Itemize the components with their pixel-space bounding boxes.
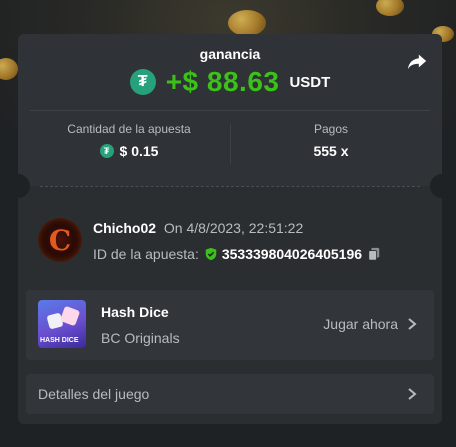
payout-value: 555 x <box>313 143 349 159</box>
tether-icon: ₮ <box>99 144 114 158</box>
payout-stat: Pagos 555 x <box>240 122 422 159</box>
coin-decoration <box>228 10 266 36</box>
dashed-divider <box>40 186 420 187</box>
bet-amount-value: $ 0.15 <box>119 143 159 159</box>
bet-id-line: ID de la apuesta: 353339804026405196 <box>93 246 381 262</box>
divider <box>30 110 430 111</box>
user-line: Chicho02 On 4/8/2023, 22:51:22 <box>93 220 303 236</box>
divider <box>230 124 231 164</box>
game-details-row[interactable]: Detalles del juego <box>26 374 434 414</box>
game-provider: BC Originals <box>101 330 180 346</box>
bet-amount-stat: Cantidad de la apuesta ₮ $ 0.15 <box>38 122 220 159</box>
game-card[interactable]: HASH DICE Hash Dice BC Originals Jugar a… <box>26 290 434 360</box>
bet-date: On 4/8/2023, 22:51:22 <box>163 220 304 236</box>
play-now-label: Jugar ahora <box>323 316 398 332</box>
ticket-notch-left <box>6 174 30 198</box>
win-label: ganancia <box>199 46 261 62</box>
chevron-right-icon <box>408 318 417 330</box>
chevron-right-icon <box>408 388 417 400</box>
play-now-link[interactable]: Jugar ahora <box>323 316 418 332</box>
shield-check-icon <box>205 247 217 261</box>
game-details-label: Detalles del juego <box>38 386 150 402</box>
bet-id-label: ID de la apuesta: <box>93 246 199 262</box>
copy-icon[interactable] <box>367 247 381 261</box>
coin-decoration <box>376 0 404 16</box>
game-thumbnail[interactable]: HASH DICE <box>38 300 86 348</box>
win-amount-row: ₮ +$ 88.63 USDT <box>18 66 442 98</box>
game-title: Hash Dice <box>101 304 169 320</box>
coin-decoration <box>0 58 18 80</box>
thumbnail-text: HASH DICE <box>40 337 79 344</box>
bet-amount-label: Cantidad de la apuesta <box>67 122 191 136</box>
avatar[interactable]: C <box>38 218 82 262</box>
bet-detail-card: ganancia ₮ +$ 88.63 USDT Cantidad de la … <box>6 34 454 424</box>
win-currency: USDT <box>289 73 331 91</box>
tether-icon: ₮ <box>129 69 156 95</box>
bet-id: 353339804026405196 <box>221 246 363 262</box>
payout-label: Pagos <box>313 122 349 136</box>
ticket-notch-right <box>430 174 454 198</box>
user-name[interactable]: Chicho02 <box>93 220 156 236</box>
win-amount: +$ 88.63 <box>165 66 280 97</box>
